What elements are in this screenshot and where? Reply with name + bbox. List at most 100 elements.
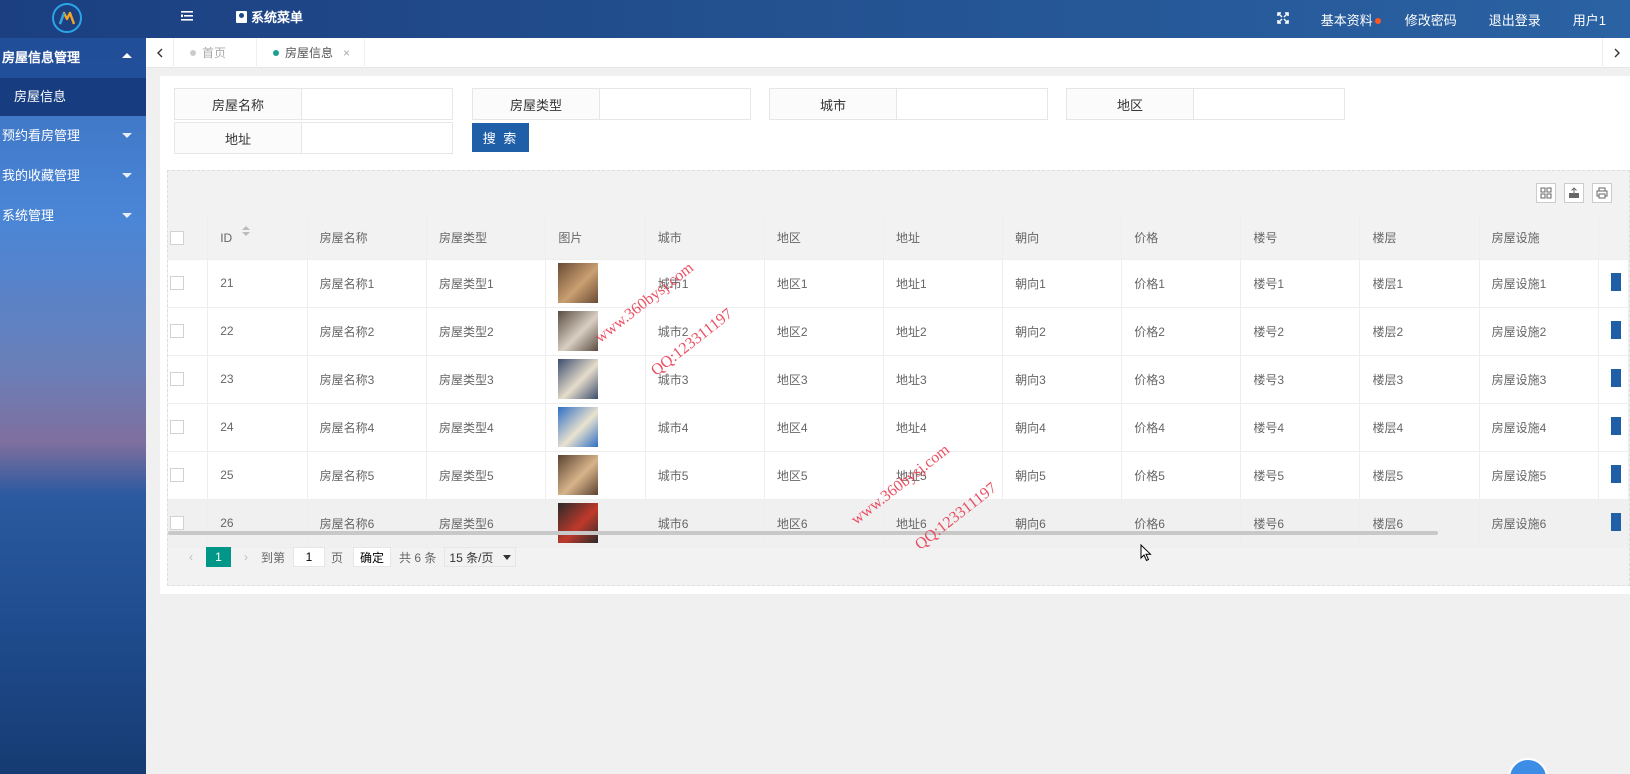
nav-group-house-info[interactable]: 房屋信息管理 [0, 38, 146, 78]
sort-icon[interactable] [242, 225, 251, 238]
floating-action-button[interactable] [1508, 758, 1548, 774]
select-all-cell [168, 217, 209, 260]
table-cell: 22 [207, 307, 308, 356]
table-cell: 地区3 [764, 355, 885, 404]
table-cell: 地区4 [764, 403, 885, 452]
chevron-down-icon [122, 133, 132, 138]
search-input-name[interactable] [302, 88, 453, 120]
table-cell: 房屋设施6 [1479, 499, 1599, 548]
fullscreen-button[interactable] [1261, 11, 1305, 27]
export-button[interactable] [1564, 183, 1584, 203]
row-action-button[interactable] [1610, 272, 1621, 291]
search-input-address[interactable] [302, 122, 453, 154]
next-page-icon[interactable]: › [237, 550, 255, 564]
row-checkbox[interactable] [170, 420, 184, 435]
sidebar-item-house-info[interactable]: 房屋信息 [0, 78, 146, 116]
search-field-type: 房屋类型 [472, 88, 751, 120]
profile-link[interactable]: 基本资料 [1305, 10, 1389, 29]
sidebar: 房屋信息管理 房屋信息 预约看房管理 我的收藏管理 系统管理 [0, 38, 146, 774]
tabs-scroll-left[interactable] [146, 38, 174, 68]
column-header: 图片 [545, 217, 646, 260]
column-header-overflow [1598, 217, 1629, 260]
row-action-button[interactable] [1610, 368, 1621, 387]
system-menu[interactable]: 系统菜单 [236, 7, 303, 26]
row-action-cell [1598, 403, 1629, 452]
table-cell: 房屋类型6 [426, 499, 547, 548]
tabs-scroll-right[interactable] [1602, 38, 1630, 68]
table-cell: 房屋类型4 [426, 403, 547, 452]
data-table: ID 房屋名称 房屋类型 图片 城市 地区 地址 朝向 价格 楼号 楼层 房屋设… [167, 170, 1630, 586]
house-thumbnail[interactable] [558, 359, 599, 399]
search-field-city: 城市 [769, 88, 1048, 120]
column-header: 地区 [764, 217, 885, 260]
mouse-cursor-icon [1140, 544, 1152, 562]
tab-home[interactable]: 首页 [190, 38, 226, 68]
search-button[interactable]: 搜 索 [472, 123, 529, 152]
house-thumbnail[interactable] [558, 407, 599, 447]
table-cell: 价格4 [1121, 403, 1242, 452]
prev-page-icon[interactable]: ‹ [182, 550, 200, 564]
table-toolbar [168, 171, 1629, 217]
row-checkbox[interactable] [170, 372, 184, 387]
table-cell: 房屋类型5 [426, 451, 547, 500]
table-cell: 地区5 [764, 451, 885, 500]
house-image-cell [545, 403, 646, 452]
search-label-city: 城市 [769, 88, 897, 120]
close-icon[interactable]: × [343, 38, 350, 68]
nav-group-system[interactable]: 系统管理 [0, 196, 146, 236]
search-input-city[interactable] [897, 88, 1048, 120]
page-size-select[interactable]: 15 条/页 [444, 547, 517, 567]
select-all-checkbox[interactable] [170, 231, 184, 246]
column-header: 价格 [1121, 217, 1242, 260]
page-number-current[interactable]: 1 [206, 547, 231, 567]
logo[interactable] [52, 3, 82, 33]
columns-filter-button[interactable] [1536, 183, 1556, 203]
logout-link[interactable]: 退出登录 [1473, 10, 1557, 29]
row-checkbox[interactable] [170, 276, 184, 291]
user-name[interactable]: 用户1 [1557, 10, 1630, 29]
header-links: 基本资料 修改密码 退出登录 用户1 [1261, 0, 1630, 38]
house-thumbnail[interactable] [558, 263, 599, 303]
row-checkbox[interactable] [170, 468, 184, 483]
chevron-down-icon [122, 213, 132, 218]
search-input-area[interactable] [1194, 88, 1345, 120]
table-cell: 楼层2 [1359, 307, 1480, 356]
table-row[interactable]: 21 房屋名称1 房屋类型1 城市1 地区1 地址1 朝向1 价格1 楼号1 楼层1 房屋设施1 [168, 259, 1629, 308]
table-cell: 房屋类型3 [426, 355, 547, 404]
table-row[interactable]: 24 房屋名称4 房屋类型4 城市4 地区4 地址4 朝向4 价格4 楼号4 楼层4 房屋设施4 [168, 403, 1629, 452]
table-row[interactable]: 22 房屋名称2 房屋类型2 城市2 地区2 地址2 朝向2 价格2 楼号2 楼层2 房屋设施2 [168, 307, 1629, 356]
chevron-up-icon [122, 53, 132, 58]
total-count: 共 6 条 [399, 550, 437, 565]
house-thumbnail[interactable] [558, 503, 599, 543]
row-action-button[interactable] [1610, 512, 1621, 531]
row-checkbox[interactable] [170, 516, 184, 531]
column-header: 房屋设施 [1479, 217, 1599, 260]
nav-group-favorites[interactable]: 我的收藏管理 [0, 156, 146, 196]
search-input-type[interactable] [600, 88, 751, 120]
table-cell: 楼号6 [1240, 499, 1361, 548]
row-action-button[interactable] [1610, 416, 1621, 435]
column-header-id[interactable]: ID [207, 217, 308, 260]
menu-toggle-icon[interactable] [180, 9, 194, 23]
table-cell: 楼层3 [1359, 355, 1480, 404]
row-action-button[interactable] [1610, 464, 1621, 483]
print-button[interactable] [1592, 183, 1612, 203]
horizontal-scrollbar[interactable] [168, 531, 1438, 535]
tabs-bar: 首页 房屋信息 × [146, 38, 1630, 68]
search-field-name: 房屋名称 [174, 88, 453, 120]
nav-group-appointment[interactable]: 预约看房管理 [0, 116, 146, 156]
house-thumbnail[interactable] [558, 455, 599, 495]
table-cell: 楼号2 [1240, 307, 1361, 356]
table-row[interactable]: 23 房屋名称3 房屋类型3 城市3 地区3 地址3 朝向3 价格3 楼号3 楼层3 房屋设施3 [168, 355, 1629, 404]
goto-page-input[interactable] [293, 547, 326, 567]
change-password-link[interactable]: 修改密码 [1389, 10, 1473, 29]
system-menu-label: 系统菜单 [251, 10, 304, 25]
row-action-button[interactable] [1610, 320, 1621, 339]
table-cell: 朝向1 [1002, 259, 1123, 308]
table-cell: 23 [207, 355, 308, 404]
top-header: 系统菜单 基本资料 修改密码 退出登录 用户1 [0, 0, 1630, 38]
tab-house-info[interactable]: 房屋信息 × [256, 38, 366, 68]
row-checkbox[interactable] [170, 324, 184, 339]
goto-confirm-button[interactable]: 确定 [353, 547, 392, 567]
table-row[interactable]: 26 房屋名称6 房屋类型6 城市6 地区6 地址6 朝向6 价格6 楼号6 楼层6 房屋设施6 [168, 499, 1629, 548]
